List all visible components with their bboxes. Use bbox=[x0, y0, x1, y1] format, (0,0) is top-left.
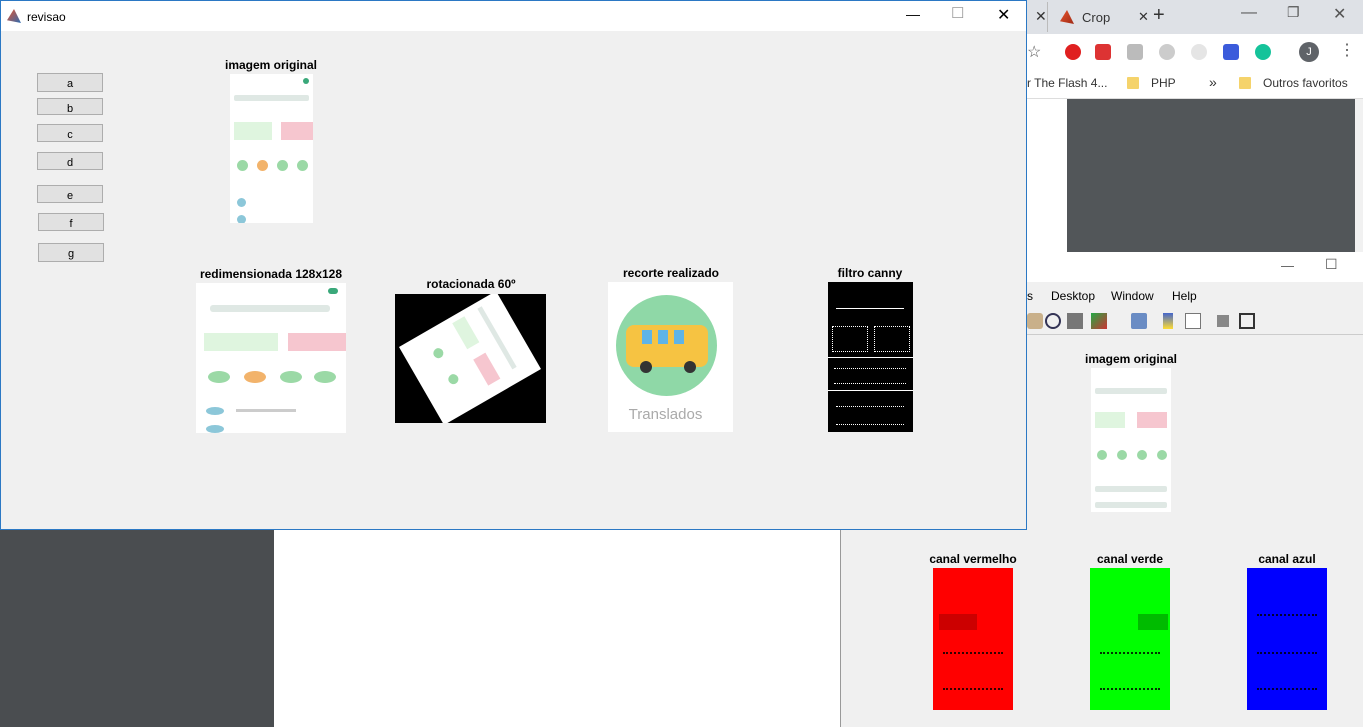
matlab-icon bbox=[1060, 10, 1074, 24]
panel-title-canny: filtro canny bbox=[837, 266, 903, 280]
close-icon[interactable]: ✕ bbox=[1333, 4, 1346, 24]
hide-tools-icon[interactable] bbox=[1217, 315, 1229, 327]
bookmark-item[interactable]: PHP bbox=[1151, 76, 1176, 90]
titlebar: revisao — ☐ ✕ bbox=[1, 1, 1026, 31]
maximize-icon[interactable]: ☐ bbox=[951, 4, 964, 22]
scrollbar[interactable] bbox=[1355, 99, 1363, 260]
minimize-icon[interactable]: — bbox=[1281, 258, 1294, 273]
resized-image bbox=[196, 283, 346, 433]
matlab-icon bbox=[7, 9, 21, 23]
extension-icon[interactable] bbox=[1191, 44, 1207, 60]
browser-tab-close-prev[interactable]: ✕ bbox=[1035, 8, 1047, 25]
panel-title-crop: recorte realizado bbox=[622, 266, 720, 280]
red-channel-image bbox=[933, 568, 1013, 710]
button-f[interactable]: f bbox=[38, 213, 104, 231]
datacursor-icon[interactable] bbox=[1067, 313, 1083, 329]
profile-avatar[interactable]: J bbox=[1299, 42, 1319, 62]
blue-channel-image bbox=[1247, 568, 1327, 710]
panel-title-green: canal verde bbox=[1096, 552, 1164, 566]
link-icon[interactable] bbox=[1131, 313, 1147, 329]
button-e[interactable]: e bbox=[37, 185, 103, 203]
bookmark-item[interactable]: r The Flash 4... bbox=[1027, 76, 1107, 90]
window-title: revisao bbox=[27, 10, 66, 24]
rotated-image bbox=[395, 294, 546, 423]
menu-help[interactable]: Help bbox=[1172, 289, 1197, 303]
original-image bbox=[230, 74, 313, 223]
brush-icon[interactable] bbox=[1091, 313, 1107, 329]
panel-title-resized: redimensionada 128x128 bbox=[199, 267, 343, 281]
button-a[interactable]: a bbox=[37, 73, 103, 92]
menu-icon[interactable]: ⋮ bbox=[1339, 40, 1355, 60]
crop-caption: Translados bbox=[628, 406, 703, 423]
rotate-icon[interactable] bbox=[1045, 313, 1061, 329]
menu-desktop[interactable]: Desktop bbox=[1051, 289, 1095, 303]
extension-icon[interactable] bbox=[1095, 44, 1111, 60]
new-tab-button[interactable]: + bbox=[1153, 4, 1165, 27]
grammarly-icon[interactable] bbox=[1255, 44, 1271, 60]
tab-close-icon[interactable]: ✕ bbox=[1138, 9, 1149, 25]
page-content-white bbox=[1027, 99, 1067, 260]
toolbar: ☆ J ⋮ bbox=[1027, 34, 1363, 70]
panel-title-original: imagem original bbox=[1084, 352, 1178, 366]
original-image-thumbnail bbox=[1091, 368, 1171, 512]
page-content-dark bbox=[1067, 99, 1357, 260]
browser-window: ✕ Crop ✕ + — ❐ ✕ ☆ J ⋮ r The Flash 4... … bbox=[1027, 0, 1363, 260]
pan-icon[interactable] bbox=[1027, 313, 1043, 329]
tab-label: Crop bbox=[1082, 10, 1111, 25]
tab-crop[interactable]: Crop ✕ bbox=[1047, 2, 1160, 32]
extension-icon[interactable] bbox=[1065, 44, 1081, 60]
button-g[interactable]: g bbox=[38, 243, 104, 262]
button-c[interactable]: c bbox=[37, 124, 103, 142]
star-icon[interactable]: ☆ bbox=[1027, 42, 1041, 62]
background-page bbox=[274, 530, 840, 727]
menu-window[interactable]: Window bbox=[1111, 289, 1154, 303]
more-bookmarks[interactable]: » bbox=[1209, 74, 1217, 90]
restore-icon[interactable]: ❐ bbox=[1287, 4, 1300, 21]
green-channel-image bbox=[1090, 568, 1170, 710]
bookmarks-bar: r The Flash 4... PHP » Outros favoritos bbox=[1027, 70, 1363, 99]
folder-icon bbox=[1127, 77, 1139, 89]
extension-icon[interactable] bbox=[1223, 44, 1239, 60]
bookmark-item[interactable]: Outros favoritos bbox=[1263, 76, 1348, 90]
close-icon[interactable]: ✕ bbox=[997, 5, 1010, 25]
extension-icon[interactable] bbox=[1127, 44, 1143, 60]
panel-title-red: canal vermelho bbox=[929, 552, 1017, 566]
button-b[interactable]: b bbox=[37, 98, 103, 115]
minimize-icon[interactable]: — bbox=[906, 6, 920, 22]
panel-title-blue: canal azul bbox=[1258, 552, 1316, 566]
minimize-icon[interactable]: — bbox=[1241, 4, 1257, 22]
panel-title-rotated: rotacionada 60º bbox=[426, 277, 516, 291]
bus-icon bbox=[616, 295, 717, 396]
folder-icon bbox=[1239, 77, 1251, 89]
crop-image: Translados bbox=[608, 282, 733, 432]
legend-icon[interactable] bbox=[1185, 313, 1201, 329]
maximize-icon[interactable]: ☐ bbox=[1325, 256, 1338, 273]
canny-image bbox=[828, 282, 913, 432]
button-d[interactable]: d bbox=[37, 152, 103, 170]
menu-item[interactable]: s bbox=[1027, 289, 1033, 303]
main-figure-window: revisao — ☐ ✕ a b c d e f g imagem origi… bbox=[0, 0, 1027, 530]
colorbar-icon[interactable] bbox=[1163, 313, 1173, 329]
skype-icon[interactable] bbox=[1159, 44, 1175, 60]
panel-title-original: imagem original bbox=[224, 58, 318, 72]
dock-icon[interactable] bbox=[1239, 313, 1255, 329]
